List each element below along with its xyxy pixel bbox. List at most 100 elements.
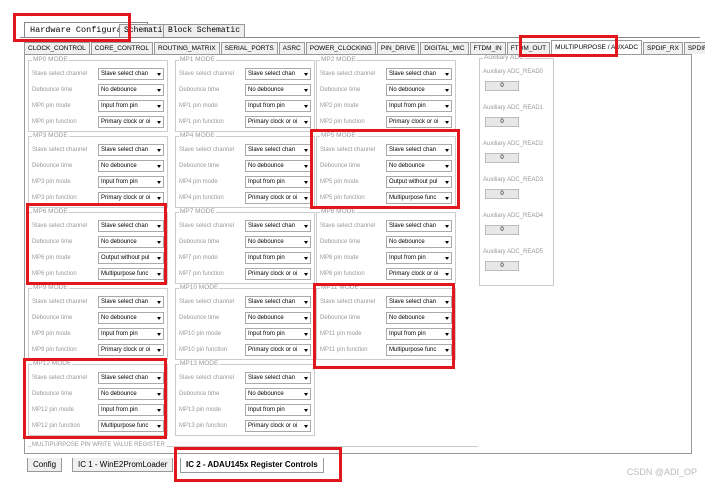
mp0-mode-title: MP0 MODE (32, 56, 69, 64)
mp5-slave-select-select[interactable]: Slave select chan (386, 144, 452, 156)
subtab-ftdm-in[interactable]: FTDM_IN (469, 42, 506, 54)
mp7-debounce-select[interactable]: No debounce (245, 236, 311, 248)
mp12-slave-select-select[interactable]: Slave select chan (98, 372, 164, 384)
mp7-mode-group: MP7 MODE Slave select channel Slave select… (175, 208, 315, 284)
mp2-slave-select-label: Slave select channel (320, 71, 376, 77)
mp3-pin-mode-select[interactable]: Input from pin (98, 176, 164, 188)
subtab-power-clocking[interactable]: POWER_CLOCKING (305, 42, 376, 54)
chevron-down-icon (304, 165, 308, 168)
mp7-pin-function-select[interactable]: Primary clock or oi (245, 268, 311, 280)
tab-block-schematic[interactable]: Block Schematic (163, 24, 246, 37)
mp12-pin-function-select[interactable]: Multipurpose func (98, 420, 164, 432)
mp4-slave-select-select[interactable]: Slave select chan (245, 144, 311, 156)
mp8-slave-select-select[interactable]: Slave select chan (386, 220, 452, 232)
mp0-pin-mode-select[interactable]: Input from pin (98, 100, 164, 112)
mp2-pin-mode-select[interactable]: Input from pin (386, 100, 452, 112)
mp11-pin-function-select[interactable]: Multipurpose func (386, 344, 452, 356)
mp3-debounce-select[interactable]: No debounce (98, 160, 164, 172)
chevron-down-icon (445, 73, 449, 76)
mp0-debounce-select[interactable]: No debounce (98, 84, 164, 96)
subtab-clock-control[interactable]: CLOCK_CONTROL (24, 42, 90, 54)
mp6-debounce-select[interactable]: No debounce (98, 236, 164, 248)
mp10-pin-function-select[interactable]: Primary clock or oi (245, 344, 311, 356)
mp2-pin-function-row: MP2 pin function Primary clock or oi (320, 116, 454, 128)
mp3-pin-mode-row: MP3 pin mode Input from pin (32, 176, 166, 188)
subtab-serial-ports[interactable]: SERIAL_PORTS (220, 42, 278, 54)
mp5-pin-function-select[interactable]: Multipurpose func (386, 192, 452, 204)
mp12-pin-function-value: Multipurpose func (101, 423, 149, 429)
subtab-spdif-rx[interactable]: SPDIF_RX (643, 42, 683, 54)
mp5-pin-mode-select[interactable]: Output without pul (386, 176, 452, 188)
mp12-debounce-select[interactable]: No debounce (98, 388, 164, 400)
subtab-multipurpose-auxadc[interactable]: MULTIPURPOSE / AUXADC (551, 40, 643, 54)
mp9-debounce-select[interactable]: No debounce (98, 312, 164, 324)
mp4-slave-select-row: Slave select channel Slave select chan (179, 144, 313, 156)
mp8-pin-mode-select[interactable]: Input from pin (386, 252, 452, 264)
mp11-debounce-value: No debounce (389, 315, 425, 321)
mp10-slave-select-select[interactable]: Slave select chan (245, 296, 311, 308)
subtab-digital-mic[interactable]: DIGITAL_MIC (420, 42, 469, 54)
mp8-debounce-select[interactable]: No debounce (386, 236, 452, 248)
mp11-debounce-select[interactable]: No debounce (386, 312, 452, 324)
mp12-pin-mode-select[interactable]: Input from pin (98, 404, 164, 416)
mp10-pin-mode-select[interactable]: Input from pin (245, 328, 311, 340)
mp13-debounce-select[interactable]: No debounce (245, 388, 311, 400)
mp13-pin-mode-value: Input from pin (248, 407, 285, 413)
mp9-slave-select-select[interactable]: Slave select chan (98, 296, 164, 308)
mp7-pin-mode-select[interactable]: Input from pin (245, 252, 311, 264)
mp4-debounce-select[interactable]: No debounce (245, 160, 311, 172)
mp7-slave-select-select[interactable]: Slave select chan (245, 220, 311, 232)
subtab-pin-drive[interactable]: PIN_DRIVE (376, 42, 420, 54)
mp13-pin-mode-select[interactable]: Input from pin (245, 404, 311, 416)
mp9-pin-mode-select[interactable]: Input from pin (98, 328, 164, 340)
mp0-slave-select-select[interactable]: Slave select chan (98, 68, 164, 80)
mp4-pin-function-row: MP4 pin function Primary clock or oi (179, 192, 313, 204)
mp4-pin-mode-select[interactable]: Input from pin (245, 176, 311, 188)
mp13-pin-function-select[interactable]: Primary clock or oi (245, 420, 311, 432)
subtab-routing-matrix[interactable]: ROUTING_MATRIX (153, 42, 220, 54)
chevron-down-icon (445, 197, 449, 200)
mp-write-value-title: MULTIPURPOSE PIN WRITE VALUE REGISTER (31, 442, 166, 448)
mp5-debounce-select[interactable]: No debounce (386, 160, 452, 172)
mp1-pin-mode-select[interactable]: Input from pin (245, 100, 311, 112)
mp5-slave-select-label: Slave select channel (320, 147, 376, 153)
mp11-pin-mode-select[interactable]: Input from pin (386, 328, 452, 340)
tab-ic2-register-controls[interactable]: IC 2 - ADAU145x Register Controls (180, 458, 324, 473)
mp8-pin-mode-label: MP8 pin mode (320, 255, 359, 261)
mp10-mode-title: MP10 MODE (179, 284, 220, 292)
mp2-debounce-select[interactable]: No debounce (386, 84, 452, 96)
chevron-down-icon (445, 241, 449, 244)
chevron-down-icon (157, 409, 161, 412)
mp3-slave-select-select[interactable]: Slave select chan (98, 144, 164, 156)
mp2-slave-select-select[interactable]: Slave select chan (386, 68, 452, 80)
subtab-core-control[interactable]: CORE_CONTROL (90, 42, 153, 54)
mp13-slave-select-select[interactable]: Slave select chan (245, 372, 311, 384)
subtab-ftdm-out[interactable]: FTDM_OUT (506, 42, 551, 54)
mp11-slave-select-select[interactable]: Slave select chan (386, 296, 452, 308)
tab-ic1-e2promloader[interactable]: IC 1 - WinE2PromLoader (72, 458, 174, 472)
mp6-pin-function-select[interactable]: Multipurpose func (98, 268, 164, 280)
mp10-mode-group: MP10 MODE Slave select channel Slave selec… (175, 284, 315, 360)
mp1-pin-mode-row: MP1 pin mode Input from pin (179, 100, 313, 112)
subtab-asrc[interactable]: ASRC (278, 42, 305, 54)
mp6-pin-mode-label: MP6 pin mode (32, 255, 71, 261)
mp4-pin-function-select[interactable]: Primary clock or oi (245, 192, 311, 204)
mp6-pin-function-value: Multipurpose func (101, 271, 149, 277)
mp1-slave-select-select[interactable]: Slave select chan (245, 68, 311, 80)
subtab-spdif-tx[interactable]: SPDIF_TX (683, 42, 705, 54)
tab-config[interactable]: Config (27, 458, 63, 472)
mp6-slave-select-select[interactable]: Slave select chan (98, 220, 164, 232)
mp0-pin-function-select[interactable]: Primary clock or oi (98, 116, 164, 128)
mp9-pin-function-select[interactable]: Primary clock or oi (98, 344, 164, 356)
mp0-debounce-value: No debounce (101, 87, 137, 93)
mp8-pin-function-select[interactable]: Primary clock or oi (386, 268, 452, 280)
mp-write-value-group: MULTIPURPOSE PIN WRITE VALUE REGISTER (28, 442, 478, 453)
mp3-pin-function-select[interactable]: Primary clock or oi (98, 192, 164, 204)
mp2-pin-function-select[interactable]: Primary clock or oi (386, 116, 452, 128)
register-subtab-strip: CLOCK_CONTROL CORE_CONTROL ROUTING_MATRIX S… (24, 40, 705, 54)
mp6-pin-mode-select[interactable]: Output without pul (98, 252, 164, 264)
mp10-debounce-select[interactable]: No debounce (245, 312, 311, 324)
aux-adc-read0-value: 0 (485, 81, 519, 91)
mp1-pin-function-select[interactable]: Primary clock or oi (245, 116, 311, 128)
mp1-debounce-select[interactable]: No debounce (245, 84, 311, 96)
